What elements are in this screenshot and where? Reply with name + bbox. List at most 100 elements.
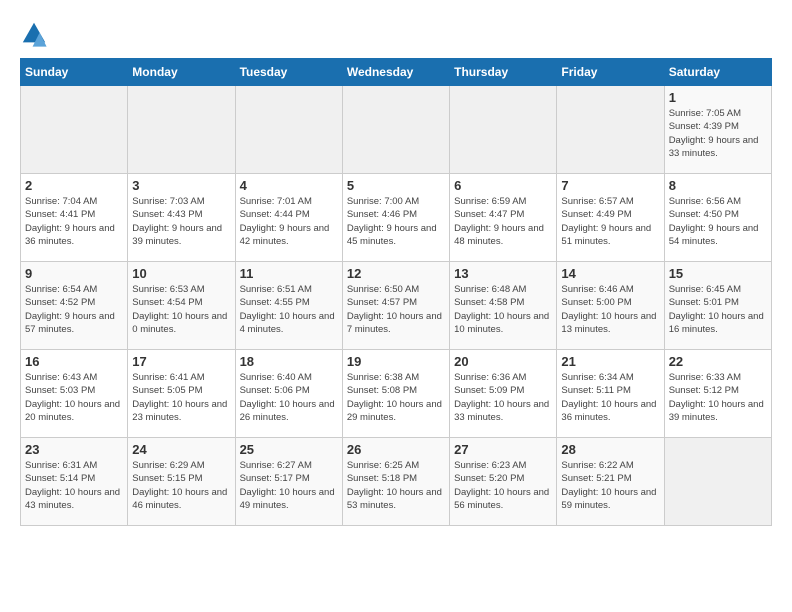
day-info: Sunrise: 6:40 AM Sunset: 5:06 PM Dayligh… [240,371,338,424]
day-number: 23 [25,442,123,457]
day-number: 26 [347,442,445,457]
day-info: Sunrise: 7:04 AM Sunset: 4:41 PM Dayligh… [25,195,123,248]
day-cell [557,86,664,174]
calendar-table: SundayMondayTuesdayWednesdayThursdayFrid… [20,58,772,526]
day-cell: 12 Sunrise: 6:50 AM Sunset: 4:57 PM Dayli… [342,262,449,350]
day-info: Sunrise: 6:36 AM Sunset: 5:09 PM Dayligh… [454,371,552,424]
day-info: Sunrise: 6:50 AM Sunset: 4:57 PM Dayligh… [347,283,445,336]
day-cell: 13 Sunrise: 6:48 AM Sunset: 4:58 PM Dayli… [450,262,557,350]
day-number: 20 [454,354,552,369]
weekday-header-monday: Monday [128,59,235,86]
day-number: 25 [240,442,338,457]
day-info: Sunrise: 6:56 AM Sunset: 4:50 PM Dayligh… [669,195,767,248]
day-info: Sunrise: 6:59 AM Sunset: 4:47 PM Dayligh… [454,195,552,248]
day-number: 19 [347,354,445,369]
day-info: Sunrise: 6:41 AM Sunset: 5:05 PM Dayligh… [132,371,230,424]
day-cell: 3Sunrise: 7:03 AM Sunset: 4:43 PM Daylig… [128,174,235,262]
day-number: 22 [669,354,767,369]
day-cell: 21Sunrise: 6:34 AM Sunset: 5:11 PM Dayli… [557,350,664,438]
day-cell: 11 Sunrise: 6:51 AM Sunset: 4:55 PM Dayli… [235,262,342,350]
day-info: Sunrise: 6:46 AM Sunset: 5:00 PM Dayligh… [561,283,659,336]
logo-icon [20,20,48,48]
day-cell: 25 Sunrise: 6:27 AM Sunset: 5:17 PM Dayli… [235,438,342,526]
day-number: 24 [132,442,230,457]
day-info: Sunrise: 7:03 AM Sunset: 4:43 PM Dayligh… [132,195,230,248]
day-number: 27 [454,442,552,457]
day-cell: 18 Sunrise: 6:40 AM Sunset: 5:06 PM Dayli… [235,350,342,438]
day-info: Sunrise: 6:29 AM Sunset: 5:15 PM Dayligh… [132,459,230,512]
day-info: Sunrise: 6:23 AM Sunset: 5:20 PM Dayligh… [454,459,552,512]
day-number: 28 [561,442,659,457]
day-cell: 20 Sunrise: 6:36 AM Sunset: 5:09 PM Dayli… [450,350,557,438]
day-cell [235,86,342,174]
day-cell: 9 Sunrise: 6:54 AM Sunset: 4:52 PM Daylig… [21,262,128,350]
day-info: Sunrise: 6:22 AM Sunset: 5:21 PM Dayligh… [561,459,659,512]
day-info: Sunrise: 6:57 AM Sunset: 4:49 PM Dayligh… [561,195,659,248]
day-cell: 24 Sunrise: 6:29 AM Sunset: 5:15 PM Dayli… [128,438,235,526]
day-info: Sunrise: 7:05 AM Sunset: 4:39 PM Dayligh… [669,107,767,160]
weekday-header-thursday: Thursday [450,59,557,86]
day-cell: 17 Sunrise: 6:41 AM Sunset: 5:05 PM Dayli… [128,350,235,438]
day-info: Sunrise: 6:48 AM Sunset: 4:58 PM Dayligh… [454,283,552,336]
weekday-header-saturday: Saturday [664,59,771,86]
day-cell: 6 Sunrise: 6:59 AM Sunset: 4:47 PM Daylig… [450,174,557,262]
day-cell: 27 Sunrise: 6:23 AM Sunset: 5:20 PM Dayli… [450,438,557,526]
day-cell: 1 Sunrise: 7:05 AM Sunset: 4:39 PM Daylig… [664,86,771,174]
day-cell: 23 Sunrise: 6:31 AM Sunset: 5:14 PM Dayli… [21,438,128,526]
day-number: 9 [25,266,123,281]
weekday-header-row: SundayMondayTuesdayWednesdayThursdayFrid… [21,59,772,86]
day-info: Sunrise: 6:27 AM Sunset: 5:17 PM Dayligh… [240,459,338,512]
day-number: 4 [240,178,338,193]
day-cell [21,86,128,174]
day-cell: 2 Sunrise: 7:04 AM Sunset: 4:41 PM Daylig… [21,174,128,262]
day-number: 13 [454,266,552,281]
day-cell: 19 Sunrise: 6:38 AM Sunset: 5:08 PM Dayli… [342,350,449,438]
day-number: 17 [132,354,230,369]
day-cell: 7Sunrise: 6:57 AM Sunset: 4:49 PM Daylig… [557,174,664,262]
day-cell [342,86,449,174]
day-cell: 28 Sunrise: 6:22 AM Sunset: 5:21 PM Dayli… [557,438,664,526]
week-row-4: 16 Sunrise: 6:43 AM Sunset: 5:03 PM Dayli… [21,350,772,438]
day-cell: 22 Sunrise: 6:33 AM Sunset: 5:12 PM Dayli… [664,350,771,438]
day-cell: 5 Sunrise: 7:00 AM Sunset: 4:46 PM Daylig… [342,174,449,262]
day-number: 10 [132,266,230,281]
day-cell: 4 Sunrise: 7:01 AM Sunset: 4:44 PM Daylig… [235,174,342,262]
day-info: Sunrise: 6:38 AM Sunset: 5:08 PM Dayligh… [347,371,445,424]
day-info: Sunrise: 6:51 AM Sunset: 4:55 PM Dayligh… [240,283,338,336]
day-info: Sunrise: 6:54 AM Sunset: 4:52 PM Dayligh… [25,283,123,336]
day-number: 11 [240,266,338,281]
day-info: Sunrise: 6:31 AM Sunset: 5:14 PM Dayligh… [25,459,123,512]
weekday-header-wednesday: Wednesday [342,59,449,86]
day-number: 21 [561,354,659,369]
day-number: 16 [25,354,123,369]
day-cell: 14Sunrise: 6:46 AM Sunset: 5:00 PM Dayli… [557,262,664,350]
week-row-1: 1 Sunrise: 7:05 AM Sunset: 4:39 PM Daylig… [21,86,772,174]
day-cell [128,86,235,174]
day-number: 12 [347,266,445,281]
day-cell: 16 Sunrise: 6:43 AM Sunset: 5:03 PM Dayli… [21,350,128,438]
page-header [20,20,772,48]
day-info: Sunrise: 7:01 AM Sunset: 4:44 PM Dayligh… [240,195,338,248]
day-info: Sunrise: 6:45 AM Sunset: 5:01 PM Dayligh… [669,283,767,336]
day-info: Sunrise: 6:33 AM Sunset: 5:12 PM Dayligh… [669,371,767,424]
day-cell: 10 Sunrise: 6:53 AM Sunset: 4:54 PM Dayli… [128,262,235,350]
week-row-5: 23 Sunrise: 6:31 AM Sunset: 5:14 PM Dayli… [21,438,772,526]
day-number: 18 [240,354,338,369]
logo [20,20,52,48]
day-cell [664,438,771,526]
day-info: Sunrise: 6:53 AM Sunset: 4:54 PM Dayligh… [132,283,230,336]
day-number: 6 [454,178,552,193]
day-cell: 15 Sunrise: 6:45 AM Sunset: 5:01 PM Dayli… [664,262,771,350]
weekday-header-tuesday: Tuesday [235,59,342,86]
day-info: Sunrise: 6:43 AM Sunset: 5:03 PM Dayligh… [25,371,123,424]
day-info: Sunrise: 6:25 AM Sunset: 5:18 PM Dayligh… [347,459,445,512]
day-info: Sunrise: 7:00 AM Sunset: 4:46 PM Dayligh… [347,195,445,248]
day-number: 15 [669,266,767,281]
day-number: 2 [25,178,123,193]
day-cell: 8 Sunrise: 6:56 AM Sunset: 4:50 PM Daylig… [664,174,771,262]
day-number: 8 [669,178,767,193]
week-row-3: 9 Sunrise: 6:54 AM Sunset: 4:52 PM Daylig… [21,262,772,350]
day-number: 1 [669,90,767,105]
calendar-body: 1 Sunrise: 7:05 AM Sunset: 4:39 PM Daylig… [21,86,772,526]
day-number: 5 [347,178,445,193]
